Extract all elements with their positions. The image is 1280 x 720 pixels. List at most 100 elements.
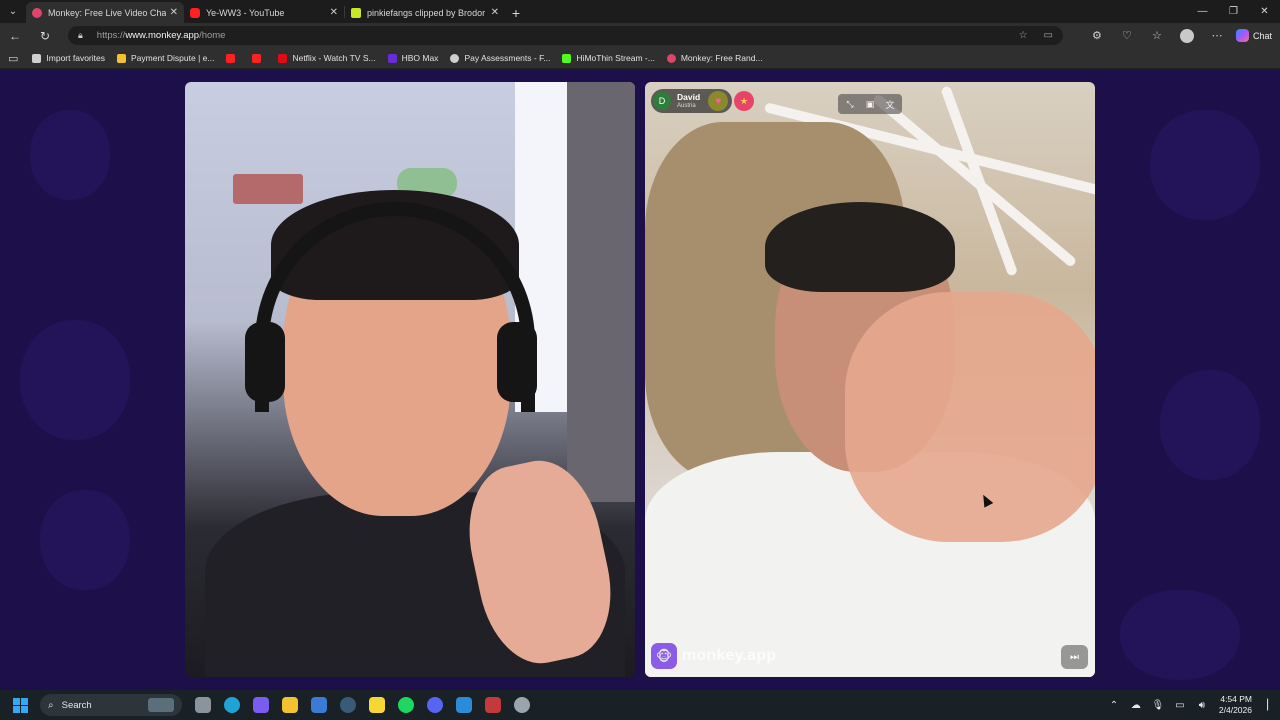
windows-logo-icon: [12, 697, 28, 713]
more-menu-icon[interactable]: ⋯: [1202, 29, 1232, 42]
arm: [845, 292, 1095, 542]
heart-icon[interactable]: ♥: [708, 91, 729, 111]
peer-info-chip[interactable]: D David Austria ♥: [651, 89, 733, 113]
translate-icon[interactable]: 文: [881, 96, 899, 112]
bookmark-hbo-max[interactable]: HBO Max: [382, 48, 445, 69]
peer-name: David: [677, 91, 701, 102]
bookmark-youtube-2[interactable]: [246, 48, 272, 69]
arrow-left-icon: ←: [9, 28, 21, 43]
profile-button[interactable]: [1172, 28, 1202, 43]
hair: [765, 202, 955, 292]
tab-title: Ye-WW3 - YouTube: [206, 7, 285, 18]
microphone-icon[interactable]: 🎙︎: [1147, 700, 1169, 711]
site-info-icon[interactable]: 🔒︎: [78, 30, 83, 41]
tab-actions-menu[interactable]: ⌄: [0, 0, 26, 23]
youtube-icon: [252, 53, 262, 63]
snipping-tool-icon[interactable]: [478, 690, 507, 720]
tab-monkey[interactable]: Monkey: Free Live Video Chat ✕: [26, 2, 184, 23]
task-view-icon[interactable]: [188, 690, 217, 720]
clock[interactable]: 4:54 PM 2/4/2026: [1213, 694, 1262, 715]
browser-toolbar: ← ↻ 🔒︎ https://www.monkey.app/home ☆ ▭ ⚙…: [0, 23, 1280, 48]
background-pattern: [20, 320, 130, 440]
avatar: [1179, 28, 1194, 43]
star-icon[interactable]: ☆: [1019, 30, 1028, 41]
browser-essentials-icon[interactable]: ♡: [1112, 29, 1142, 42]
toolbar-right: ⚙ ♡ ☆ ⋯ Chat: [1082, 23, 1280, 48]
clip-favicon-icon: [351, 7, 361, 18]
start-button[interactable]: [0, 690, 40, 720]
taskbar-search[interactable]: ⌕ Search: [40, 694, 182, 716]
tab-title: Monkey: Free Live Video Chat: [48, 7, 166, 18]
close-tab-icon[interactable]: ✕: [170, 7, 178, 18]
windows-taskbar: ⌕ Search ⌃ ☁ 🎙︎ ▭ 🔊︎ 4:54 PM 2/4/2026 ▏: [0, 690, 1280, 720]
extensions-icon[interactable]: ⚙: [1082, 29, 1112, 42]
store-icon[interactable]: [304, 690, 333, 720]
monkey-favicon-icon: [32, 7, 42, 18]
bookmark-monkey[interactable]: Monkey: Free Rand...: [661, 48, 769, 69]
reload-button[interactable]: ↻: [30, 23, 60, 48]
bookmark-youtube-1[interactable]: [220, 48, 246, 69]
split-screen-icon[interactable]: ▭: [6, 52, 26, 65]
minimize-icon[interactable]: —: [1187, 0, 1218, 23]
onedrive-icon[interactable]: ☁: [1125, 700, 1147, 711]
youtube-icon: [226, 53, 236, 63]
wall: [567, 82, 635, 502]
new-tab-button[interactable]: +: [505, 2, 527, 23]
photos-icon[interactable]: [449, 690, 478, 720]
copilot-chat-button[interactable]: Chat: [1232, 29, 1280, 42]
chevron-down-icon: ⌄: [8, 6, 18, 17]
spotify-icon[interactable]: [391, 690, 420, 720]
video-controls: ⤡ ▣ 文: [838, 94, 902, 114]
sticky-notes-icon[interactable]: [362, 690, 391, 720]
notification-icon[interactable]: ▏: [1262, 700, 1280, 711]
background-pattern: [1160, 370, 1260, 480]
plus-icon: +: [511, 4, 521, 21]
close-tab-icon[interactable]: ✕: [330, 7, 338, 18]
chevron-up-icon[interactable]: ⌃: [1103, 700, 1125, 711]
headset-earcup: [497, 322, 537, 402]
close-tab-icon[interactable]: ✕: [491, 7, 499, 18]
close-window-icon[interactable]: ✕: [1249, 0, 1280, 23]
background-pattern: [1150, 110, 1260, 220]
network-icon[interactable]: ▭: [1169, 700, 1191, 711]
bookmark-label: Import favorites: [46, 53, 105, 63]
file-explorer-icon[interactable]: [275, 690, 304, 720]
address-bar[interactable]: 🔒︎ https://www.monkey.app/home ☆ ▭: [68, 26, 1063, 45]
copilot-icon[interactable]: [246, 690, 275, 720]
chat-label: Chat: [1252, 30, 1272, 41]
search-label: Search: [61, 699, 92, 711]
copilot-icon: [1235, 29, 1249, 42]
tab-clip[interactable]: pinkiefangs clipped by Brodor ✕: [345, 2, 505, 23]
brand-watermark: 🐵︎ monkey.app: [651, 643, 776, 669]
volume-icon[interactable]: 🔊︎: [1191, 700, 1213, 711]
netflix-icon: [278, 53, 288, 63]
restore-icon[interactable]: ❐: [1218, 0, 1249, 23]
discord-icon[interactable]: [420, 690, 449, 720]
background-pattern: [40, 490, 130, 590]
bookmark-label: HBO Max: [401, 53, 439, 63]
bookmark-payment-dispute[interactable]: Payment Dispute | e...: [111, 48, 220, 69]
tab-youtube[interactable]: Ye-WW3 - YouTube ✕: [184, 2, 344, 23]
shelf-item: [233, 174, 303, 204]
peer-avatar: D: [653, 92, 671, 110]
bookmark-netflix[interactable]: Netflix - Watch TV S...: [272, 48, 381, 69]
bookmark-import-favorites[interactable]: Import favorites: [26, 48, 111, 69]
bookmark-himothin-stream[interactable]: HiMoThin Stream -...: [556, 48, 660, 69]
next-match-button[interactable]: ⏭︎: [1061, 645, 1088, 669]
window-controls: — ❐ ✕: [1187, 0, 1280, 23]
reading-mode-icon[interactable]: ▭: [1044, 30, 1053, 41]
bookmarks-bar: ▭ Import favorites Payment Dispute | e..…: [0, 48, 1280, 69]
favorites-icon[interactable]: ☆: [1142, 29, 1172, 42]
local-video: [185, 82, 635, 677]
steam-icon[interactable]: [333, 690, 362, 720]
peer-location: Austria: [677, 103, 696, 110]
bookmark-pay-assessments[interactable]: Pay Assessments - F...: [444, 48, 556, 69]
monkey-icon: [666, 53, 676, 63]
picture-in-picture-icon[interactable]: ▣: [861, 96, 879, 112]
settings-icon[interactable]: [507, 690, 536, 720]
gift-badge-icon[interactable]: ★: [734, 91, 754, 111]
edge-icon[interactable]: [217, 690, 246, 720]
back-button[interactable]: ←: [0, 23, 30, 48]
minimize-video-icon[interactable]: ⤡: [841, 96, 859, 112]
search-icon: ⌕: [48, 699, 54, 711]
